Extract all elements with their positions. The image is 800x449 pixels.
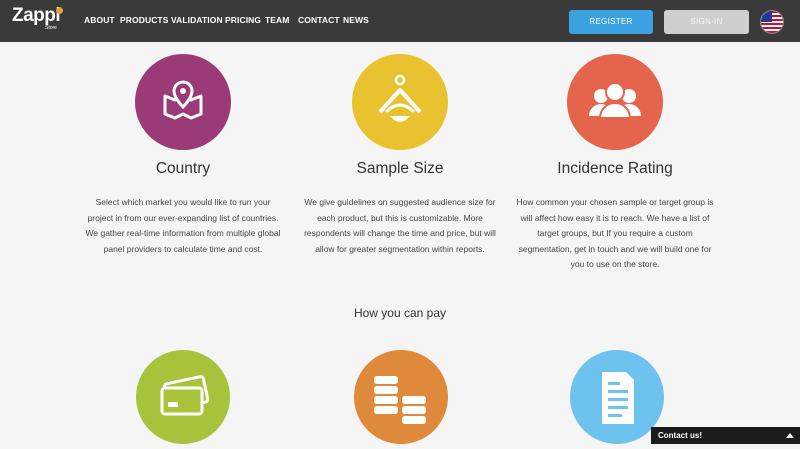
zappi-logo[interactable]: Zappi Store [12, 5, 64, 39]
credit-card-icon [160, 375, 210, 416]
coins-icon [374, 376, 426, 424]
nav-news[interactable]: NEWS [343, 15, 369, 25]
nav-products[interactable]: PRODUCTS [120, 15, 169, 25]
nav-validation[interactable]: VALIDATION [171, 15, 223, 25]
sign-in-button[interactable]: SIGN-IN [664, 10, 749, 34]
contact-us-widget[interactable]: Contact us! [651, 427, 800, 444]
feature-title: Incidence Rating [557, 160, 673, 177]
logo-dot-icon [56, 7, 63, 14]
nav-pricing[interactable]: PRICING [225, 15, 261, 25]
coins-circle [354, 350, 448, 444]
feature-title: Country [155, 160, 211, 177]
nav-contact[interactable]: CONTACT [298, 15, 340, 25]
nav-team[interactable]: TEAM [265, 15, 289, 25]
balance-icon [378, 74, 422, 122]
feature-description: Select which market you would like to ru… [85, 197, 281, 254]
people-icon [589, 82, 641, 119]
country-circle [135, 54, 231, 150]
incidence-circle [567, 54, 663, 150]
register-button[interactable]: REGISTER [569, 10, 653, 34]
invoice-icon [602, 372, 634, 424]
sample-size-circle [352, 54, 448, 150]
nav-about[interactable]: ABOUT [84, 15, 115, 25]
logo-sub: Store [45, 25, 57, 31]
map-pin-icon [163, 80, 203, 120]
us-flag-icon[interactable] [760, 10, 784, 34]
invoice-circle [570, 350, 664, 444]
logo-text: Zappi [12, 5, 61, 26]
top-nav-bar: Zappi Store ABOUT PRODUCTS VALIDATION PR… [0, 0, 800, 42]
feature-title: Sample Size [356, 160, 444, 177]
feature-description: We give guidelines on suggested audience… [304, 197, 496, 254]
feature-description: How common your chosen sample or target … [516, 197, 714, 269]
pay-section-title: How you can pay [353, 306, 447, 320]
credit-card-circle [136, 350, 230, 444]
chevron-up-icon[interactable] [786, 433, 794, 438]
contact-us-label: Contact us! [658, 431, 702, 440]
